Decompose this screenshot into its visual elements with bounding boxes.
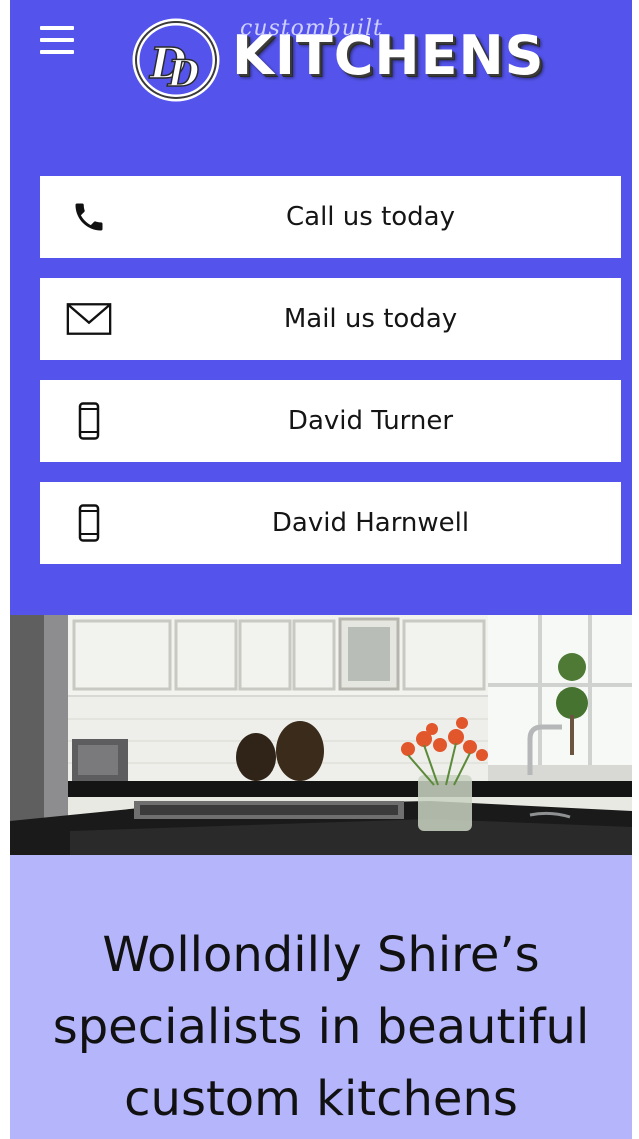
call-us-label: Call us today — [285, 202, 455, 232]
tagline-heading: Wollondilly Shire’s specialists in beaut… — [52, 927, 590, 1127]
david-harnwell-label: David Harnwell — [271, 508, 470, 538]
page-gutter-left — [0, 0, 10, 1139]
phone-icon — [66, 196, 112, 238]
tagline-section: Wollondilly Shire’s specialists in beaut… — [10, 855, 632, 1139]
mobile-icon — [66, 502, 112, 544]
mail-us-label: Mail us today — [283, 304, 458, 334]
mail-us-button[interactable]: Mail us today — [40, 278, 621, 360]
hamburger-menu-icon[interactable] — [40, 26, 74, 54]
kitchen-illustration — [10, 615, 632, 855]
contact-david-turner-button[interactable]: David Turner — [40, 380, 621, 462]
site-logo[interactable]: D D KITCHENS custombuilt — [128, 12, 548, 104]
svg-text:D: D — [167, 53, 199, 95]
david-turner-label: David Turner — [287, 406, 454, 436]
page-gutter-right — [632, 0, 639, 1139]
page: D D KITCHENS custombuilt Call us today M… — [0, 0, 639, 1139]
site-header: D D KITCHENS custombuilt — [10, 0, 632, 125]
call-us-button[interactable]: Call us today — [40, 176, 621, 258]
contact-david-harnwell-button[interactable]: David Harnwell — [40, 482, 621, 564]
dd-monogram-icon: D D — [132, 18, 220, 102]
contact-panel: Call us today Mail us today David Turner — [10, 124, 632, 615]
kitchen-photo — [10, 615, 632, 855]
mobile-icon — [66, 400, 112, 442]
mail-icon — [66, 298, 112, 340]
logo-script: custombuilt — [240, 16, 383, 41]
